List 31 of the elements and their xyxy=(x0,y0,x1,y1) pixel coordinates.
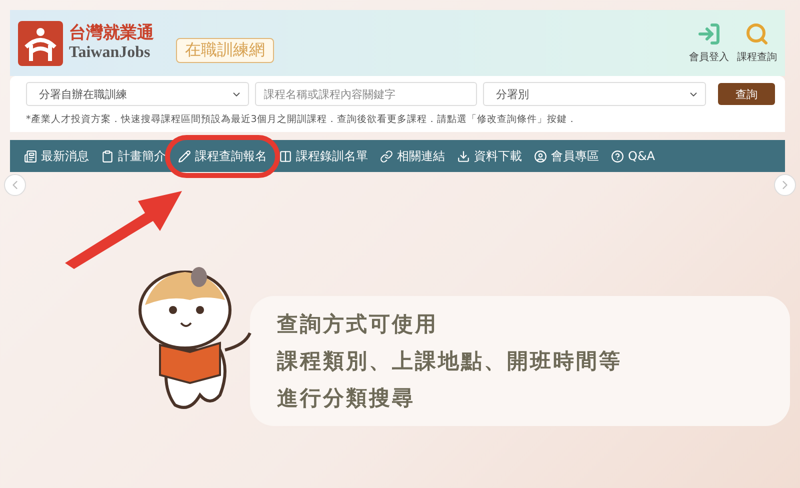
login-icon xyxy=(697,22,721,46)
help-icon xyxy=(611,150,624,162)
nav-link[interactable]: 課程錄訓名單 xyxy=(279,148,368,164)
nav-link[interactable]: 計畫簡介 xyxy=(101,148,166,164)
branch-select[interactable]: 分署別 xyxy=(483,82,706,106)
logo-icon xyxy=(18,20,63,66)
brand-name: 台灣就業通 xyxy=(69,23,154,43)
keyword-input[interactable]: 課程名稱或課程內容關鍵字 xyxy=(254,82,478,106)
callout-text: 查詢方式可使用 課程類別、上課地點、開班時間等 進行分類搜尋 xyxy=(277,311,623,412)
carousel-prev-button[interactable] xyxy=(4,174,26,196)
nav-link[interactable]: 最新消息 xyxy=(24,148,89,164)
site-badge: 在職訓練網 xyxy=(176,38,274,62)
search-icon xyxy=(745,22,769,46)
brand-name-english: TaiwanJobs xyxy=(69,43,152,63)
user-icon xyxy=(534,150,547,162)
nav-link[interactable]: Q&A xyxy=(611,149,656,163)
search-notice: *產業人才投資方案．快速搜尋課程區間預設為最近3個月之開訓課程．查詢後欲看更多課程．請點選「修改查詢條件」按鍵． xyxy=(26,113,578,126)
pencil-icon xyxy=(178,150,191,162)
header-action-link[interactable]: 課程查詢 xyxy=(737,22,777,64)
link-icon xyxy=(380,150,393,162)
clipboard-icon xyxy=(101,150,114,162)
plan-select[interactable]: 分署自辦在職訓練 xyxy=(26,82,249,106)
nav-link[interactable]: 課程查詢報名 xyxy=(178,148,267,164)
nav-link[interactable]: 相關連結 xyxy=(380,148,445,164)
download-icon xyxy=(457,150,470,162)
nav-link[interactable]: 會員專區 xyxy=(534,148,599,164)
carousel-next-button[interactable] xyxy=(774,174,796,196)
nav-link[interactable]: 資料下載 xyxy=(457,148,522,164)
header-action-link[interactable]: 會員登入 xyxy=(689,22,729,64)
news-icon xyxy=(24,150,37,162)
search-button[interactable]: 查詢 xyxy=(718,83,775,105)
